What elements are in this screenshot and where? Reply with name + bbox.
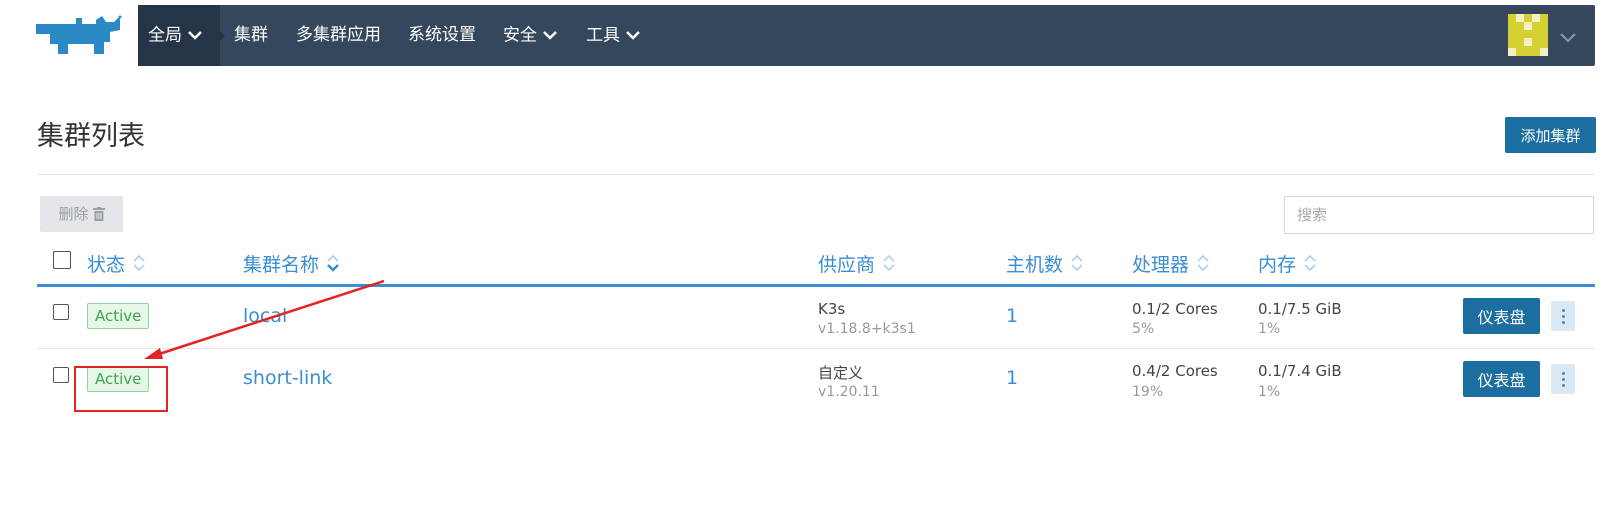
- column-header-status[interactable]: 状态: [87, 250, 145, 277]
- node-count-link[interactable]: 1: [1006, 367, 1018, 389]
- row-actions-menu-icon[interactable]: [1551, 364, 1575, 394]
- column-header-memory[interactable]: 内存: [1258, 250, 1316, 277]
- cpu-usage: 0.4/2 Cores: [1132, 362, 1218, 380]
- add-cluster-button[interactable]: 添加集群: [1505, 117, 1596, 153]
- memory-usage: 0.1/7.5 GiB: [1258, 300, 1342, 318]
- sort-icon: [133, 254, 145, 277]
- search-input[interactable]: [1284, 196, 1594, 234]
- page-title: 集群列表: [37, 121, 145, 152]
- user-avatar[interactable]: [1508, 14, 1548, 56]
- memory-usage: 0.1/7.4 GiB: [1258, 362, 1342, 380]
- nav-separator-arrow: [219, 30, 225, 42]
- rancher-logo[interactable]: [36, 14, 122, 56]
- column-header-name[interactable]: 集群名称: [243, 250, 339, 277]
- sort-icon: [1071, 254, 1083, 277]
- nav-tools-label: 工具: [586, 25, 620, 46]
- chevron-down-icon: [188, 5, 202, 66]
- nav-global-label: 全局: [148, 25, 182, 46]
- row-divider: [37, 348, 1595, 349]
- user-menu-chevron-icon[interactable]: [1560, 28, 1576, 47]
- memory-percent: 1%: [1258, 384, 1281, 400]
- column-header-cpu-label: 处理器: [1132, 254, 1190, 276]
- row-checkbox[interactable]: [53, 367, 69, 383]
- row-checkbox[interactable]: [53, 304, 69, 320]
- cpu-usage: 0.1/2 Cores: [1132, 300, 1218, 318]
- sort-icon: [1304, 254, 1316, 277]
- column-header-nodes[interactable]: 主机数: [1006, 250, 1083, 277]
- provider-version: v1.18.8+k3s1: [818, 321, 916, 337]
- cpu-percent: 19%: [1132, 384, 1164, 400]
- nav-system-settings[interactable]: 系统设置: [408, 5, 476, 66]
- provider-version: v1.20.11: [818, 384, 880, 400]
- cluster-name-link[interactable]: short-link: [243, 367, 332, 389]
- nav-clusters[interactable]: 集群: [234, 5, 268, 66]
- column-header-nodes-label: 主机数: [1006, 254, 1064, 276]
- column-header-memory-label: 内存: [1258, 254, 1297, 276]
- table-header-underline: [37, 284, 1595, 287]
- provider-name: K3s: [818, 300, 846, 318]
- dashboard-button[interactable]: 仪表盘: [1463, 361, 1540, 397]
- chevron-down-icon: [626, 5, 640, 66]
- nav-multi-cluster-apps[interactable]: 多集群应用: [296, 5, 381, 66]
- header-divider: [37, 174, 1595, 175]
- select-all-checkbox[interactable]: [53, 251, 71, 269]
- cpu-percent: 5%: [1132, 321, 1155, 337]
- provider-name: 自定义: [818, 364, 864, 382]
- status-badge: Active: [87, 303, 150, 329]
- dashboard-button[interactable]: 仪表盘: [1463, 298, 1540, 334]
- column-header-status-label: 状态: [87, 254, 126, 276]
- nav-tools[interactable]: 工具: [586, 5, 640, 66]
- chevron-down-icon: [543, 5, 557, 66]
- nav-global[interactable]: 全局: [148, 5, 202, 66]
- nav-security-label: 安全: [503, 25, 537, 46]
- column-header-name-label: 集群名称: [243, 254, 320, 276]
- node-count-link[interactable]: 1: [1006, 305, 1018, 327]
- delete-button-label: 删除: [58, 205, 89, 223]
- memory-percent: 1%: [1258, 321, 1281, 337]
- column-header-cpu[interactable]: 处理器: [1132, 250, 1209, 277]
- annotation-highlight-box: [74, 366, 168, 412]
- sort-icon: [883, 254, 895, 277]
- column-header-provider-label: 供应商: [818, 254, 876, 276]
- sort-icon: [1197, 254, 1209, 277]
- sort-icon: [327, 254, 339, 277]
- column-header-provider[interactable]: 供应商: [818, 250, 895, 277]
- delete-button[interactable]: 删除: [40, 196, 123, 232]
- cluster-name-link[interactable]: local: [243, 305, 287, 327]
- nav-security[interactable]: 安全: [503, 5, 557, 66]
- trash-icon: [92, 207, 105, 225]
- row-actions-menu-icon[interactable]: [1551, 301, 1575, 331]
